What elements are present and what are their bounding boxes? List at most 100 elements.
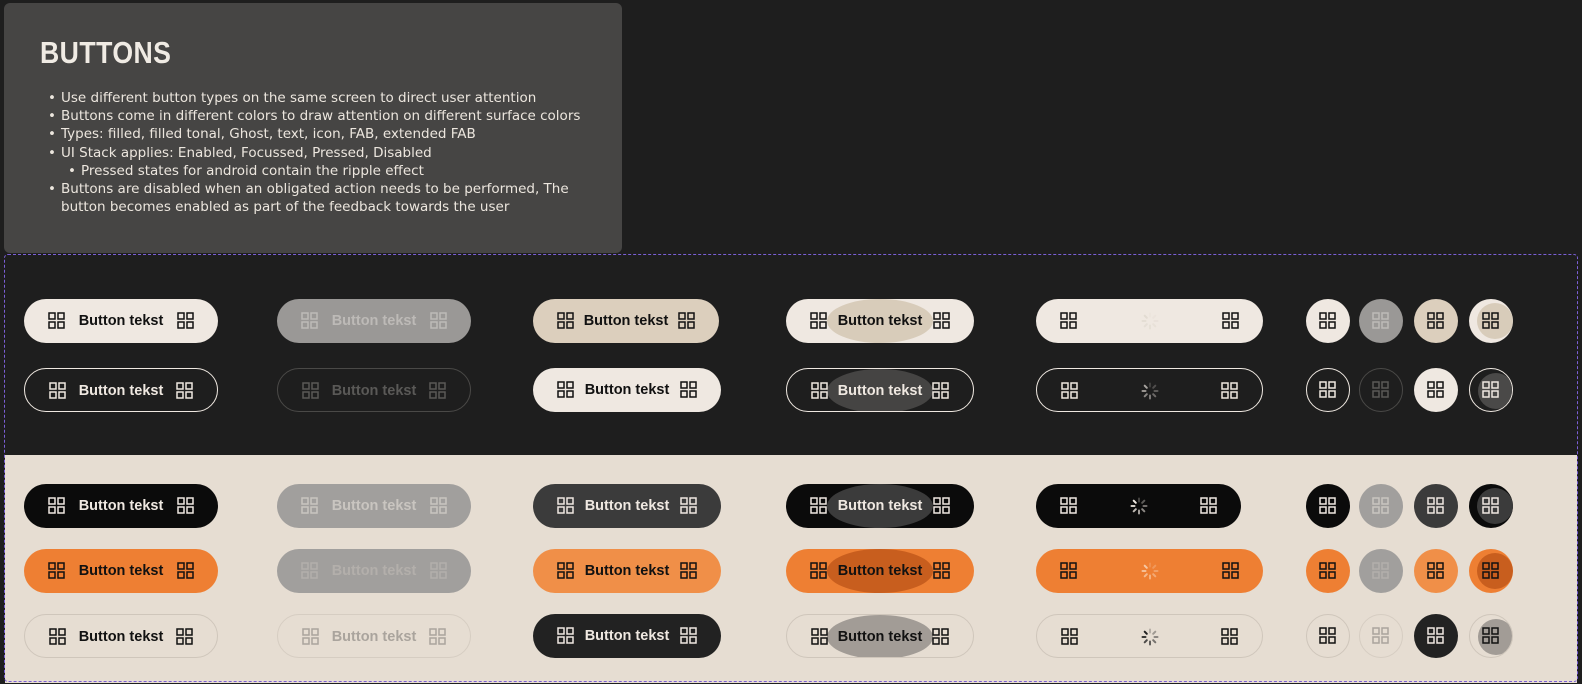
grid-icon bbox=[1222, 562, 1239, 579]
light-outline-enabled-button[interactable]: Button tekst bbox=[24, 614, 218, 658]
light-orange-enabled-button[interactable]: Button tekst bbox=[24, 549, 218, 593]
grid-icon bbox=[1427, 562, 1444, 579]
light-black-icon-button-pressed[interactable] bbox=[1469, 484, 1513, 528]
grid-icon bbox=[1222, 312, 1239, 329]
dark-filled-pressed-button[interactable]: Button tekst bbox=[786, 299, 974, 343]
dark-outline-pressed-button[interactable]: Button tekst bbox=[786, 368, 974, 412]
grid-icon bbox=[429, 628, 446, 645]
grid-icon bbox=[933, 497, 950, 514]
grid-icon bbox=[1482, 627, 1499, 644]
dark-outline-disabled-button: Button tekst bbox=[277, 368, 471, 412]
grid-icon bbox=[680, 562, 697, 579]
light-black-loading-button[interactable] bbox=[1036, 484, 1241, 528]
grid-icon bbox=[932, 628, 949, 645]
light-outline-pressed-button[interactable]: Button tekst bbox=[786, 614, 974, 658]
light-outline-icon-button-focussed[interactable] bbox=[1414, 614, 1458, 658]
dark-filled-enabled-button[interactable]: Button tekst bbox=[24, 299, 218, 343]
dark-filled-icon-button-focussed[interactable] bbox=[1414, 299, 1458, 343]
loading-spinner-icon bbox=[1129, 496, 1149, 516]
light-orange-focussed-button[interactable]: Button tekst bbox=[533, 549, 721, 593]
light-outline-icon-button-enabled[interactable] bbox=[1306, 614, 1350, 658]
light-orange-icon-button-focussed[interactable] bbox=[1414, 549, 1458, 593]
light-black-disabled-button: Button tekst bbox=[277, 484, 471, 528]
loading-spinner-icon bbox=[1140, 561, 1160, 581]
grid-icon bbox=[1372, 627, 1389, 644]
light-black-focussed-button[interactable]: Button tekst bbox=[533, 484, 721, 528]
dark-outline-icon-button-disabled bbox=[1359, 368, 1403, 412]
light-orange-icon-button-enabled[interactable] bbox=[1306, 549, 1350, 593]
light-orange-icon-button-pressed[interactable] bbox=[1469, 549, 1513, 593]
grid-icon bbox=[1060, 497, 1077, 514]
light-black-icon-button-focussed[interactable] bbox=[1414, 484, 1458, 528]
grid-icon bbox=[933, 312, 950, 329]
light-orange-disabled-button: Button tekst bbox=[277, 549, 471, 593]
grid-icon bbox=[1060, 312, 1077, 329]
grid-icon bbox=[1372, 562, 1389, 579]
grid-icon bbox=[1427, 381, 1444, 398]
light-orange-loading-button[interactable] bbox=[1036, 549, 1263, 593]
dark-outline-loading-button[interactable] bbox=[1036, 368, 1263, 412]
light-black-pressed-button[interactable]: Button tekst bbox=[786, 484, 974, 528]
dark-filled-focussed-button[interactable]: Button tekst bbox=[533, 299, 719, 343]
grid-icon bbox=[1319, 497, 1336, 514]
dark-filled-icon-button-enabled[interactable] bbox=[1306, 299, 1350, 343]
grid-icon bbox=[932, 382, 949, 399]
grid-icon bbox=[1061, 382, 1078, 399]
dark-filled-disabled-button: Button tekst bbox=[277, 299, 471, 343]
grid-icon bbox=[680, 381, 697, 398]
grid-icon bbox=[176, 628, 193, 645]
info-card: BUTTONS Use different button types on th… bbox=[4, 3, 622, 253]
grid-icon bbox=[1482, 562, 1499, 579]
grid-icon bbox=[680, 497, 697, 514]
grid-icon bbox=[1200, 497, 1217, 514]
dark-outline-icon-button-pressed[interactable] bbox=[1469, 368, 1513, 412]
light-black-icon-button-enabled[interactable] bbox=[1306, 484, 1350, 528]
grid-icon bbox=[1427, 497, 1444, 514]
dark-filled-loading-button[interactable] bbox=[1036, 299, 1263, 343]
page-title: BUTTONS bbox=[40, 35, 172, 70]
grid-icon bbox=[1482, 497, 1499, 514]
light-outline-icon-button-pressed[interactable] bbox=[1469, 614, 1513, 658]
guideline-item: Buttons are disabled when an obligated a… bbox=[40, 180, 586, 216]
grid-icon bbox=[1061, 628, 1078, 645]
grid-icon bbox=[1060, 562, 1077, 579]
guideline-item: Use different button types on the same s… bbox=[40, 89, 586, 107]
light-outline-icon-button-disabled bbox=[1359, 614, 1403, 658]
grid-icon bbox=[430, 497, 447, 514]
grid-icon bbox=[1372, 312, 1389, 329]
grid-icon bbox=[933, 562, 950, 579]
grid-icon bbox=[176, 382, 193, 399]
light-orange-pressed-button[interactable]: Button tekst bbox=[786, 549, 974, 593]
guideline-item: Types: filled, filled tonal, Ghost, text… bbox=[40, 125, 586, 143]
grid-icon bbox=[1427, 627, 1444, 644]
loading-spinner-icon bbox=[1140, 311, 1160, 331]
light-outline-loading-button[interactable] bbox=[1036, 614, 1263, 658]
loading-spinner-icon bbox=[1140, 381, 1160, 401]
light-black-enabled-button[interactable]: Button tekst bbox=[24, 484, 218, 528]
dark-filled-icon-button-disabled bbox=[1359, 299, 1403, 343]
grid-icon bbox=[177, 312, 194, 329]
grid-icon bbox=[1372, 381, 1389, 398]
light-outline-focussed-button[interactable]: Button tekst bbox=[533, 614, 721, 658]
grid-icon bbox=[1221, 628, 1238, 645]
grid-icon bbox=[678, 312, 695, 329]
grid-icon bbox=[1319, 312, 1336, 329]
grid-icon bbox=[1372, 497, 1389, 514]
dark-outline-enabled-button[interactable]: Button tekst bbox=[24, 368, 218, 412]
grid-icon bbox=[1319, 627, 1336, 644]
light-orange-icon-button-disabled bbox=[1359, 549, 1403, 593]
dark-outline-icon-button-focussed[interactable] bbox=[1414, 368, 1458, 412]
dark-filled-icon-button-pressed[interactable] bbox=[1469, 299, 1513, 343]
dark-outline-focussed-button[interactable]: Button tekst bbox=[533, 368, 721, 412]
grid-icon bbox=[1221, 382, 1238, 399]
light-outline-disabled-button: Button tekst bbox=[277, 614, 471, 658]
loading-spinner-icon bbox=[1140, 627, 1160, 647]
grid-icon bbox=[429, 382, 446, 399]
grid-icon bbox=[1482, 381, 1499, 398]
guideline-list: Use different button types on the same s… bbox=[40, 89, 586, 216]
guideline-item: UI Stack applies: Enabled, Focussed, Pre… bbox=[40, 144, 586, 162]
grid-icon bbox=[1482, 312, 1499, 329]
light-black-icon-button-disabled bbox=[1359, 484, 1403, 528]
dark-outline-icon-button-enabled[interactable] bbox=[1306, 368, 1350, 412]
grid-icon bbox=[1427, 312, 1444, 329]
